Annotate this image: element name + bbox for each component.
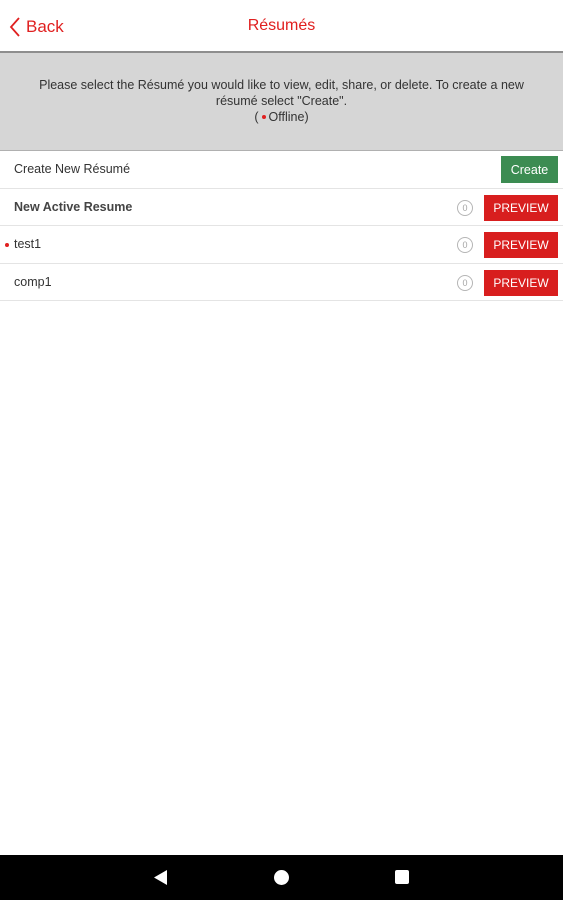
info-banner: Please select the Résumé you would like … [0, 53, 563, 151]
list-item[interactable]: test1 0 PREVIEW [0, 226, 563, 264]
resume-name: New Active Resume [14, 199, 133, 214]
page-title: Résumés [247, 17, 316, 34]
nav-home-icon[interactable] [274, 870, 289, 885]
preview-button[interactable]: PREVIEW [484, 194, 558, 221]
resume-list: Create New Résumé Create New Active Resu… [0, 151, 563, 301]
system-nav-bar [0, 855, 563, 900]
app-header: Back Résumés [0, 0, 563, 53]
create-row: Create New Résumé Create [0, 151, 563, 189]
resume-name: test1 [14, 237, 42, 252]
resume-name: comp1 [14, 274, 52, 289]
preview-button[interactable]: PREVIEW [484, 269, 558, 296]
list-item[interactable]: New Active Resume 0 PREVIEW [0, 189, 563, 226]
offline-legend-label: Offline) [268, 110, 309, 124]
info-message: Please select the Résumé you would like … [39, 78, 524, 108]
preview-button[interactable]: PREVIEW [484, 232, 558, 258]
offline-dot-icon [261, 114, 266, 119]
create-row-label: Create New Résumé [14, 162, 131, 177]
list-item[interactable]: comp1 0 PREVIEW [0, 264, 563, 301]
count-badge: 0 [457, 274, 473, 291]
offline-legend-open: ( [254, 110, 259, 124]
nav-back-icon[interactable] [152, 869, 168, 886]
count-badge: 0 [457, 199, 473, 216]
offline-legend: ( Offline) [18, 109, 545, 125]
count-badge: 0 [457, 237, 473, 253]
offline-dot-icon [5, 243, 9, 247]
create-button[interactable]: Create [501, 156, 558, 183]
nav-recents-icon[interactable] [395, 870, 409, 884]
